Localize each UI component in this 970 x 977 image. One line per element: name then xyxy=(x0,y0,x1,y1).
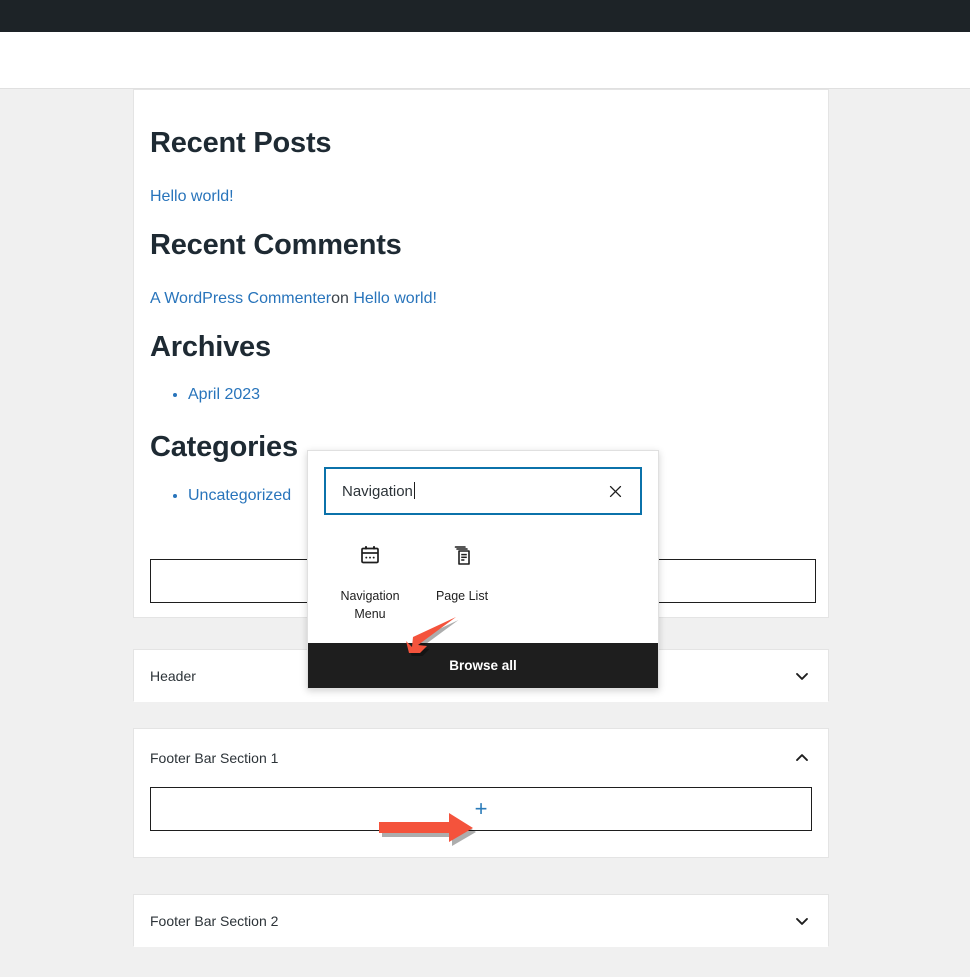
chevron-up-icon[interactable] xyxy=(790,746,814,770)
accordion-footer-2-toggle[interactable]: Footer Bar Section 2 xyxy=(134,895,828,947)
inserter-result-navigation-menu[interactable]: Navigation Menu xyxy=(324,537,416,623)
close-icon[interactable] xyxy=(602,478,628,504)
archives-list: April 2023 xyxy=(150,386,812,404)
inserter-result-label: Navigation Menu xyxy=(340,589,400,622)
accordion-footer-bar-section-1: Footer Bar Section 1 + xyxy=(133,728,829,858)
link-comment-author[interactable]: A WordPress Commenter xyxy=(150,290,331,307)
link-hello-world-post[interactable]: Hello world! xyxy=(150,188,234,205)
search-input-value: Navigation xyxy=(342,482,415,500)
link-april-2023[interactable]: April 2023 xyxy=(188,386,260,403)
block-inserter-popover: Navigation Navigation Menu Page List Bro… xyxy=(307,450,659,690)
recent-posts-list: Hello world! xyxy=(150,188,812,206)
text-caret xyxy=(413,482,415,499)
inserter-result-page-list[interactable]: Page List xyxy=(416,537,508,623)
wordpress-widgets-editor-screen: Recent Posts Hello world! Recent Comment… xyxy=(0,0,970,977)
accordion-title: Footer Bar Section 2 xyxy=(150,913,279,929)
chevron-down-icon[interactable] xyxy=(790,909,814,933)
heading-archives: Archives xyxy=(150,330,271,363)
inserter-search-wrap: Navigation xyxy=(308,451,658,523)
plus-icon[interactable]: + xyxy=(475,798,488,820)
admin-bar xyxy=(0,0,970,32)
browse-all-button[interactable]: Browse all xyxy=(308,643,658,689)
recent-comments-list: A WordPress Commenteron Hello world! xyxy=(150,290,812,308)
link-comment-post[interactable]: Hello world! xyxy=(353,290,437,307)
chevron-down-icon[interactable] xyxy=(790,664,814,688)
accordion-title: Footer Bar Section 1 xyxy=(150,750,279,766)
accordion-footer-1-toggle[interactable]: Footer Bar Section 1 xyxy=(134,729,828,787)
accordion-title: Header xyxy=(150,668,196,684)
accordion-footer-bar-section-2: Footer Bar Section 2 xyxy=(133,894,829,947)
accordion-footer-1-body: + xyxy=(134,787,828,851)
heading-recent-comments: Recent Comments xyxy=(150,228,402,261)
inserter-result-label: Page List xyxy=(435,589,489,603)
page-list-icon xyxy=(448,541,476,569)
comment-on-text: on xyxy=(331,289,349,307)
link-uncategorized[interactable]: Uncategorized xyxy=(188,487,291,504)
list-item: April 2023 xyxy=(188,386,812,404)
inserter-results-grid: Navigation Menu Page List xyxy=(308,523,658,643)
navigation-menu-icon xyxy=(356,541,384,569)
editor-toolbar-bar xyxy=(0,32,970,89)
search-input[interactable]: Navigation xyxy=(324,467,642,515)
block-appender-footer-1[interactable]: + xyxy=(150,787,812,831)
heading-recent-posts: Recent Posts xyxy=(150,127,332,159)
